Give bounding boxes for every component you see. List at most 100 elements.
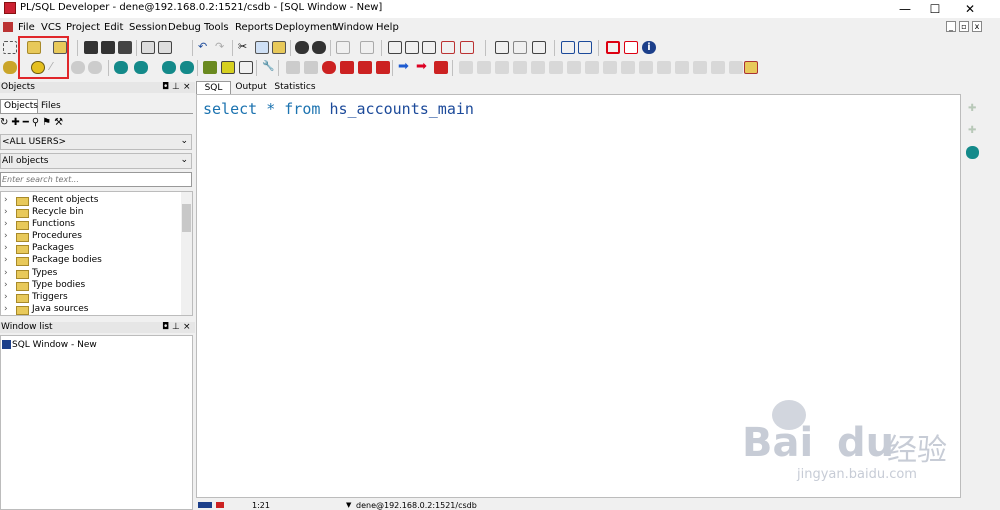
cut-icon[interactable]: ✂ <box>238 41 252 54</box>
add-icon[interactable]: ✚ <box>11 117 22 128</box>
debug-1-icon[interactable] <box>459 61 473 74</box>
info-icon[interactable]: i <box>642 41 656 54</box>
debug-15-icon[interactable] <box>711 61 725 74</box>
key-icon[interactable] <box>3 61 17 74</box>
mdi-minimize-button[interactable]: _ <box>946 21 956 32</box>
expand-icon[interactable]: › <box>4 280 8 290</box>
add-row-icon[interactable]: ✚ <box>968 103 976 114</box>
bookmark-clear-icon[interactable] <box>376 61 390 74</box>
mdi-restore-button[interactable]: ▫ <box>959 21 969 32</box>
db-logoff-icon[interactable] <box>134 61 148 74</box>
window-list-item[interactable]: SQL Window - New <box>12 340 97 350</box>
menu-vcs[interactable]: VCS <box>41 22 61 33</box>
macro-1-icon[interactable] <box>286 61 300 74</box>
debug-11-icon[interactable] <box>639 61 653 74</box>
window-2-icon[interactable] <box>513 41 527 54</box>
debug-10-icon[interactable] <box>621 61 635 74</box>
red-arrow-icon[interactable]: ➡ <box>416 60 430 74</box>
dropdown-arrow-icon[interactable]: ▼ <box>346 501 351 509</box>
debug-2-icon[interactable] <box>477 61 491 74</box>
copy-icon[interactable] <box>255 41 269 54</box>
menu-file[interactable]: File <box>18 22 35 33</box>
goto-icon[interactable] <box>360 41 374 54</box>
window-3-icon[interactable] <box>532 41 546 54</box>
refresh-icon[interactable]: ↻ <box>0 117 11 128</box>
menu-tools[interactable]: Tools <box>204 22 229 33</box>
menu-deployment[interactable]: Deployment <box>275 22 336 33</box>
debug-6-icon[interactable] <box>549 61 563 74</box>
sessions-icon[interactable] <box>203 61 217 74</box>
debug-16-icon[interactable] <box>729 61 743 74</box>
undo-icon[interactable]: ↶ <box>198 41 212 54</box>
close-button[interactable]: ✕ <box>955 0 985 18</box>
debug-7-icon[interactable] <box>567 61 581 74</box>
save-icon[interactable] <box>84 41 98 54</box>
filter-edit-icon[interactable]: ⚒ <box>54 117 66 128</box>
expand-icon[interactable]: › <box>4 255 8 265</box>
maximize-button[interactable]: ☐ <box>920 0 950 18</box>
tab-output[interactable]: Output <box>233 81 269 94</box>
menu-help[interactable]: Help <box>376 22 399 33</box>
print-icon[interactable] <box>141 41 155 54</box>
tab-statistics[interactable]: Statistics <box>273 81 317 94</box>
paste-icon[interactable] <box>272 41 286 54</box>
uppercase-icon[interactable] <box>422 41 436 54</box>
comment-icon[interactable] <box>441 41 455 54</box>
menu-session[interactable]: Session <box>129 22 167 33</box>
menu-edit[interactable]: Edit <box>104 22 123 33</box>
delete-row-icon[interactable]: ✚ <box>968 125 976 136</box>
binoculars-icon[interactable]: ⚲ <box>32 117 42 128</box>
filter-icon[interactable]: ⚑ <box>42 117 54 128</box>
indent-icon[interactable] <box>388 41 402 54</box>
replace-icon[interactable] <box>336 41 350 54</box>
document-icon[interactable] <box>3 22 13 32</box>
debug-3-icon[interactable] <box>495 61 509 74</box>
db-logon-icon[interactable] <box>114 61 128 74</box>
redo-icon[interactable]: ↷ <box>215 41 229 54</box>
commit-disabled-icon[interactable] <box>71 61 85 74</box>
remove-icon[interactable]: ━ <box>23 117 32 128</box>
sql-editor[interactable]: select * from hs_accounts_main Bai du 经验… <box>196 94 961 498</box>
mdi-close-button[interactable]: x <box>972 21 982 32</box>
menu-debug[interactable]: Debug <box>168 22 201 33</box>
report-icon[interactable] <box>239 61 253 74</box>
forward-arrow-icon[interactable]: ➡ <box>398 60 412 74</box>
tab-objects[interactable]: Objects <box>0 99 38 113</box>
find-next-icon[interactable] <box>312 41 326 54</box>
expand-icon[interactable]: › <box>4 219 8 229</box>
tab-files[interactable]: Files <box>41 101 61 111</box>
database-icon[interactable] <box>966 146 979 159</box>
window-icon[interactable] <box>495 41 509 54</box>
expand-icon[interactable]: › <box>4 195 8 205</box>
minimize-button[interactable]: — <box>890 0 920 18</box>
new-icon[interactable] <box>3 41 17 54</box>
db-rollback-icon[interactable] <box>180 61 194 74</box>
tile-icon[interactable] <box>578 41 592 54</box>
menu-window[interactable]: Window <box>334 22 373 33</box>
scrollbar-thumb[interactable] <box>182 204 191 232</box>
stop-icon[interactable] <box>434 61 448 74</box>
macro-2-icon[interactable] <box>304 61 318 74</box>
panel-float-icon[interactable]: ◘ <box>162 322 169 332</box>
save-all-icon[interactable] <box>118 41 132 54</box>
db-commit-icon[interactable] <box>162 61 176 74</box>
panel-close-icon[interactable]: × <box>183 322 191 332</box>
print-setup-icon[interactable] <box>158 41 172 54</box>
type-combo[interactable]: All objects ⌄ <box>0 153 192 169</box>
unindent-icon[interactable] <box>405 41 419 54</box>
expand-icon[interactable]: › <box>4 268 8 278</box>
explain-icon[interactable] <box>221 61 235 74</box>
menu-reports[interactable]: Reports <box>235 22 273 33</box>
bookmark-icon[interactable] <box>340 61 354 74</box>
oracle-icon[interactable] <box>606 41 620 54</box>
bookmark-next-icon[interactable] <box>358 61 372 74</box>
owner-combo[interactable]: <ALL USERS> ⌄ <box>0 134 192 150</box>
debug-8-icon[interactable] <box>585 61 599 74</box>
debug-5-icon[interactable] <box>531 61 545 74</box>
search-input[interactable]: Enter search text... <box>0 172 192 187</box>
save-as-icon[interactable] <box>101 41 115 54</box>
expand-icon[interactable]: › <box>4 304 8 314</box>
debug-12-icon[interactable] <box>657 61 671 74</box>
record-icon[interactable] <box>322 61 336 74</box>
wrench-icon[interactable]: 🔧 <box>262 61 276 74</box>
